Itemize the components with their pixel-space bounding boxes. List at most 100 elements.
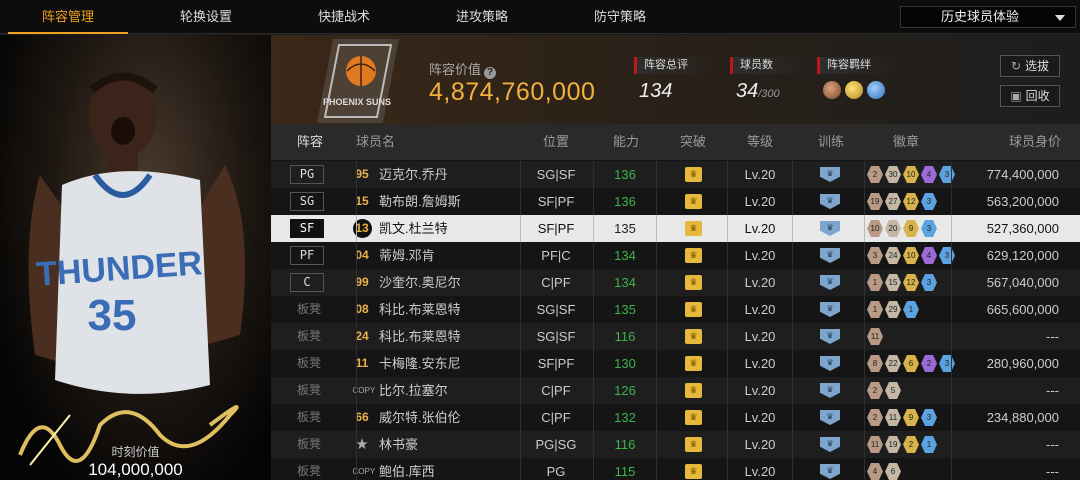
column-divider <box>727 242 728 269</box>
column-divider <box>656 269 657 296</box>
team-logo: PHOENIX SUNS <box>317 39 399 123</box>
badge-hex-icon: 3 <box>921 220 937 237</box>
table-row[interactable]: SF 13 凯文.杜兰特 SF|PF 135 ♛ Lv.20 ♛ 10 20 9 3 527,360,0… <box>271 215 1080 242</box>
crown-icon[interactable]: ♛ <box>685 437 702 452</box>
crown-icon[interactable]: ♛ <box>685 383 702 398</box>
crown-icon[interactable]: ♛ <box>685 221 702 236</box>
table-row[interactable]: 板凳 08 科比.布莱恩特 SG|SF 135 ♛ Lv.20 ♛ 1 29 1 665,600,00… <box>271 296 1080 323</box>
slot-label: 板凳 <box>297 437 322 451</box>
crown-icon[interactable]: ♛ <box>685 275 702 290</box>
column-divider <box>951 350 952 377</box>
badge-group[interactable]: 1 29 1 <box>867 301 919 318</box>
badge-group[interactable]: 10 20 9 3 <box>867 220 937 237</box>
training-shield-icon[interactable]: ♛ <box>820 221 840 236</box>
column-divider <box>656 350 657 377</box>
column-divider <box>356 458 357 480</box>
training-shield-icon[interactable]: ♛ <box>820 410 840 425</box>
player-card[interactable]: THUNDER 35 时刻价值 104,000,000 <box>0 35 271 480</box>
training-shield-icon[interactable]: ♛ <box>820 383 840 398</box>
badge-hex-icon: 5 <box>885 382 901 399</box>
badge-group[interactable]: 1 15 12 3 <box>867 274 937 291</box>
badge-group[interactable]: 25 <box>867 382 901 399</box>
crown-icon[interactable]: ♛ <box>685 410 702 425</box>
crown-icon[interactable]: ♛ <box>685 167 702 182</box>
table-row[interactable]: 板凳 ★ 林书豪 PG|SG 116 ♛ Lv.20 ♛ 11 19 2 1 --- <box>271 431 1080 458</box>
player-value: 563,200,000 <box>986 194 1059 209</box>
training-shield-icon[interactable]: ♛ <box>820 437 840 452</box>
training-shield-icon[interactable]: ♛ <box>820 167 840 182</box>
history-player-dropdown[interactable]: 历史球员体验 <box>900 6 1076 28</box>
column-divider <box>951 458 952 480</box>
chemistry-blue-icon[interactable] <box>867 81 885 99</box>
table-row[interactable]: 板凳 COPY 鲍伯.库西 PG 115 ♛ Lv.20 ♛ 4 6 --- <box>271 458 1080 480</box>
col-badges: 徽章 <box>893 134 920 149</box>
column-divider <box>792 215 793 242</box>
tab-lineup-management[interactable]: 阵容管理 <box>8 0 128 34</box>
jersey-number: 11 <box>351 350 373 377</box>
crown-icon[interactable]: ♛ <box>685 194 702 209</box>
table-row[interactable]: 板凳 66 威尔特.张伯伦 C|PF 132 ♛ Lv.20 ♛ 2 11 9 3 234,880,00… <box>271 404 1080 431</box>
column-divider <box>727 161 728 188</box>
badge-group[interactable]: 19 27 12 3 <box>867 193 937 210</box>
crown-icon[interactable]: ♛ <box>685 356 702 371</box>
player-position: SG|SF <box>536 167 576 182</box>
player-rating: 136 <box>614 194 636 209</box>
column-divider <box>864 431 865 458</box>
badge-group[interactable]: 11 19 2 1 <box>867 436 937 453</box>
recycle-button[interactable]: ▣ 回收 <box>1000 85 1060 107</box>
select-button[interactable]: ↻ 选拔 <box>1000 55 1060 77</box>
badge-group[interactable]: 2 30 10 4 3 <box>867 166 955 183</box>
badge-group[interactable]: 3 24 10 4 3 <box>867 247 955 264</box>
crown-icon[interactable]: ♛ <box>685 329 702 344</box>
tab-quick-tactics[interactable]: 快捷战术 <box>284 0 404 34</box>
table-row[interactable]: PG 95 迈克尔.乔丹 SG|SF 136 ♛ Lv.20 ♛ 2 30 10 4 3 774,400,… <box>271 161 1080 188</box>
badge-hex-icon: 22 <box>885 355 901 372</box>
training-shield-icon[interactable]: ♛ <box>820 329 840 344</box>
table-row[interactable]: 板凳 11 卡梅隆.安东尼 SF|PF 130 ♛ Lv.20 ♛ 8 22 6 2 3 280,960,… <box>271 350 1080 377</box>
tab-rotation-settings[interactable]: 轮换设置 <box>146 0 266 34</box>
tab-defense-strategy[interactable]: 防守策略 <box>560 0 680 34</box>
column-divider <box>593 296 594 323</box>
crown-icon[interactable]: ♛ <box>685 464 702 479</box>
lineup-panel: PHOENIX SUNS 阵容价值? 4,874,760,000 阵容总评 13… <box>271 35 1080 480</box>
training-shield-icon[interactable]: ♛ <box>820 194 840 209</box>
chemistry-gold-icon[interactable] <box>845 81 863 99</box>
table-row[interactable]: 板凳 24 科比.布莱恩特 SG|SF 116 ♛ Lv.20 ♛ 11 --- <box>271 323 1080 350</box>
table-row[interactable]: C 99 沙奎尔.奥尼尔 C|PF 134 ♛ Lv.20 ♛ 1 15 12 3 567,040,00… <box>271 269 1080 296</box>
training-shield-icon[interactable]: ♛ <box>820 356 840 371</box>
tab-offense-strategy[interactable]: 进攻策略 <box>422 0 542 34</box>
player-value: 234,880,000 <box>986 410 1059 425</box>
training-shield-icon[interactable]: ♛ <box>820 275 840 290</box>
training-shield-icon[interactable]: ♛ <box>820 248 840 263</box>
overall-rating-value: 134 <box>639 80 673 102</box>
table-row[interactable]: SG 15 勒布朗.詹姆斯 SF|PF 136 ♛ Lv.20 ♛ 19 27 12 3 563,200… <box>271 188 1080 215</box>
badge-group[interactable]: 2 11 9 3 <box>867 409 937 426</box>
column-divider <box>864 188 865 215</box>
training-shield-icon[interactable]: ♛ <box>820 464 840 479</box>
jersey-number: 13 <box>351 215 373 242</box>
col-player-name: 球员名 <box>356 134 396 149</box>
player-name: 勒布朗.詹姆斯 <box>379 194 461 209</box>
column-divider <box>727 215 728 242</box>
badge-group[interactable]: 11 <box>867 328 883 345</box>
table-header: 阵容 球员名 位置 能力 突破 等级 训练 徽章 球员身价 <box>271 124 1080 160</box>
jersey-number: COPY <box>351 458 376 480</box>
badge-group[interactable]: 46 <box>867 463 901 480</box>
player-level: Lv.20 <box>744 275 776 290</box>
player-position: SG|SF <box>536 329 576 344</box>
badge-group[interactable]: 8 22 6 2 3 <box>867 355 955 372</box>
badge-hex-icon: 20 <box>885 220 901 237</box>
player-rating: 135 <box>614 221 636 236</box>
column-divider <box>792 431 793 458</box>
badge-hex-icon: 3 <box>921 409 937 426</box>
chemistry-bronze-icon[interactable] <box>823 81 841 99</box>
badge-hex-icon: 1 <box>903 301 919 318</box>
table-row[interactable]: 板凳 COPY 比尔.拉塞尔 C|PF 126 ♛ Lv.20 ♛ 2 5 --- <box>271 377 1080 404</box>
crown-icon[interactable]: ♛ <box>685 302 702 317</box>
training-shield-icon[interactable]: ♛ <box>820 302 840 317</box>
crown-icon[interactable]: ♛ <box>685 248 702 263</box>
column-divider <box>356 215 357 242</box>
table-row[interactable]: PF 04 蒂姆.邓肯 PF|C 134 ♛ Lv.20 ♛ 3 24 10 4 3 629,120,00… <box>271 242 1080 269</box>
column-divider <box>792 323 793 350</box>
column-divider <box>656 161 657 188</box>
